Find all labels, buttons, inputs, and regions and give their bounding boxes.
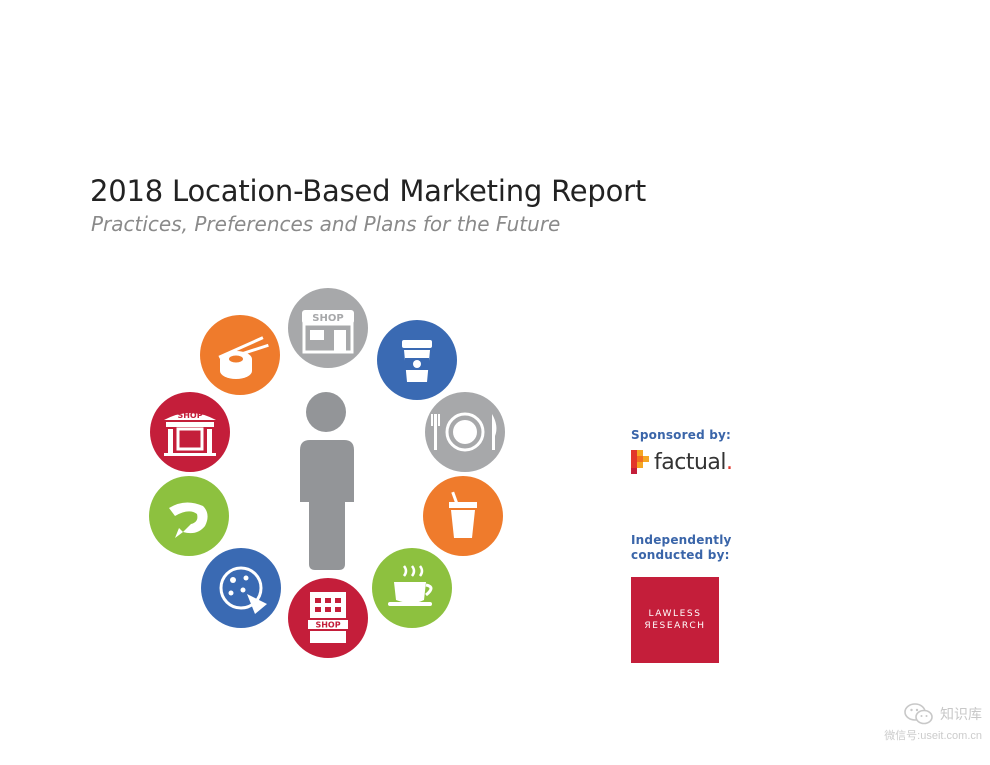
shop-building-icon: SHOP [288, 578, 368, 658]
lawless-line: LAWLESS [648, 609, 702, 619]
location-illustration: SHOP SHOP SHOP [149, 288, 505, 658]
factual-wordmark: factual [654, 449, 727, 475]
factual-mark-icon [631, 450, 649, 474]
svg-text:SHOP: SHOP [177, 411, 202, 420]
conducted-by-label: Independently conducted by: [631, 533, 732, 562]
sushi-chopsticks-icon [200, 315, 280, 395]
factual-logo: factual. [631, 449, 733, 475]
coffee-cup-icon [377, 320, 457, 400]
shrimp-icon [149, 476, 229, 556]
pizza-icon [201, 548, 281, 628]
report-subtitle: Practices, Preferences and Plans for the… [91, 212, 561, 236]
soda-cup-straw-icon [423, 476, 503, 556]
watermark: 知识库 微信号:useit.com.cn [884, 703, 982, 743]
report-title: 2018 Location-Based Marketing Report [90, 174, 647, 208]
watermark-name: 知识库 [940, 706, 982, 722]
svg-text:SHOP: SHOP [315, 621, 340, 630]
sponsored-by-label: Sponsored by: [631, 428, 732, 442]
wechat-icon [904, 703, 933, 725]
hot-tea-cup-icon [372, 548, 452, 628]
research-line: ЯESEARCH [644, 621, 706, 631]
svg-text:SHOP: SHOP [312, 313, 343, 324]
watermark-account: 微信号:useit.com.cn [884, 730, 982, 742]
person-icon [300, 392, 354, 570]
shop-storefront-icon: SHOP [288, 288, 368, 368]
lawless-research-logo: LAWLESS ЯESEARCH [631, 577, 719, 663]
plate-fork-knife-icon [425, 392, 505, 472]
factual-wordmark-dot: . [726, 449, 733, 475]
shop-awning-icon: SHOP [150, 392, 230, 472]
